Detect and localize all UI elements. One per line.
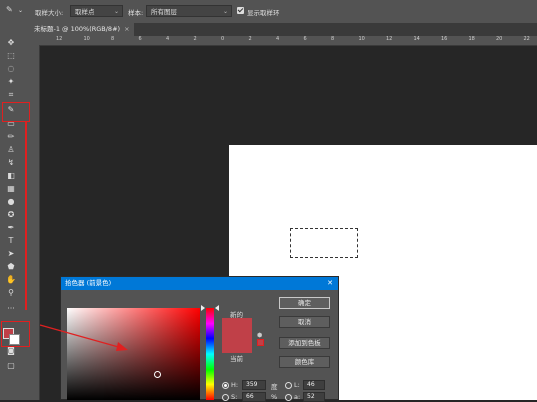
annotation-arrow (39, 324, 128, 351)
